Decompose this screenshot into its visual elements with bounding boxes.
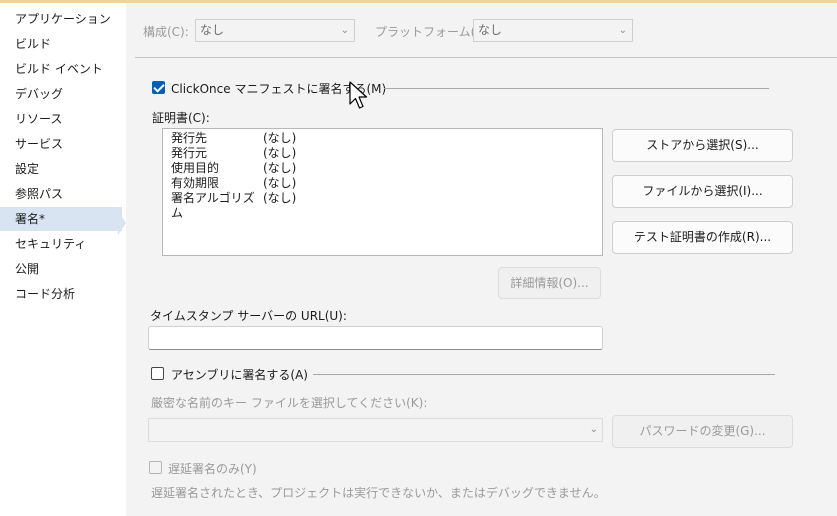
sidebar-item-build-events[interactable]: ビルド イベント — [0, 57, 122, 81]
timestamp-url-input[interactable] — [148, 326, 603, 350]
sidebar-item-reference-paths[interactable]: 参照パス — [0, 182, 122, 206]
cert-algorithm-value: (なし) — [263, 191, 297, 205]
delay-sign-label: 遅延署名のみ(Y) — [168, 462, 257, 476]
chevron-down-icon: ⌄ — [618, 25, 627, 36]
sidebar-item-application[interactable]: アプリケーション — [0, 7, 122, 31]
platform-value: なし — [478, 23, 503, 37]
certificate-row: 署名アルゴリズム (なし) — [171, 191, 594, 220]
sidebar: アプリケーション ビルド ビルド イベント デバッグ リソース サービス 設定 … — [0, 3, 126, 516]
select-from-file-button[interactable]: ファイルから選択(I)... — [612, 175, 793, 208]
certificate-row: 有効期限 (なし) — [171, 176, 594, 191]
cert-issued-by-label: 発行元 — [171, 146, 208, 160]
chevron-down-icon: ⌄ — [589, 424, 598, 435]
cert-expiration-value: (なし) — [263, 176, 297, 190]
delay-sign-checkbox[interactable] — [149, 461, 162, 474]
configuration-select[interactable]: なし ⌄ — [195, 19, 355, 42]
select-from-store-button[interactable]: ストアから選択(S)... — [612, 129, 793, 162]
certificate-label: 証明書(C): — [152, 111, 210, 125]
header-divider — [135, 57, 837, 58]
cert-purpose-label: 使用目的 — [171, 161, 220, 175]
chevron-down-icon: ⌄ — [340, 25, 349, 36]
sidebar-item-resources[interactable]: リソース — [0, 107, 122, 131]
change-password-button[interactable]: パスワードの変更(G)... — [612, 415, 793, 448]
sidebar-item-security[interactable]: セキュリティ — [0, 232, 122, 256]
timestamp-url-label: タイムスタンプ サーバーの URL(U): — [150, 309, 347, 323]
sidebar-item-services[interactable]: サービス — [0, 132, 122, 156]
key-file-label: 厳密な名前のキー ファイルを選択してください(K): — [151, 396, 428, 410]
more-details-button[interactable]: 詳細情報(O)... — [498, 267, 601, 299]
cert-issued-to-label: 発行先 — [171, 131, 208, 145]
assembly-divider — [313, 374, 775, 375]
configuration-value: なし — [200, 23, 225, 37]
certificate-row: 使用目的 (なし) — [171, 161, 594, 176]
sign-assembly-checkbox[interactable] — [151, 367, 164, 380]
clickonce-divider — [384, 88, 769, 89]
platform-select[interactable]: なし ⌄ — [473, 19, 633, 42]
mouse-pointer-icon — [349, 81, 368, 109]
sidebar-item-signing[interactable]: 署名* — [0, 207, 122, 231]
certificate-row: 発行元 (なし) — [171, 146, 594, 161]
cert-issued-by-value: (なし) — [263, 146, 297, 160]
sidebar-item-code-analysis[interactable]: コード分析 — [0, 282, 122, 306]
cert-expiration-label: 有効期限 — [171, 176, 220, 190]
sidebar-item-publish[interactable]: 公開 — [0, 257, 122, 281]
sign-clickonce-checkbox[interactable] — [152, 81, 165, 94]
cert-algorithm-label: 署名アルゴリズム — [171, 191, 255, 220]
sidebar-item-settings[interactable]: 設定 — [0, 157, 122, 181]
sidebar-item-build[interactable]: ビルド — [0, 32, 122, 56]
delay-sign-note: 遅延署名されたとき、プロジェクトは実行できないか、またはデバッグできません。 — [151, 486, 606, 500]
configuration-label: 構成(C): — [143, 25, 189, 39]
create-test-certificate-button[interactable]: テスト証明書の作成(R)... — [612, 221, 793, 254]
key-file-select[interactable]: ⌄ — [148, 418, 603, 442]
certificate-details-box: 発行先 (なし) 発行元 (なし) 使用目的 (なし) 有効期限 (なし) 署名… — [162, 128, 603, 256]
certificate-row: 発行先 (なし) — [171, 131, 594, 146]
sign-assembly-label: アセンブリに署名する(A) — [171, 368, 308, 382]
sidebar-item-debug[interactable]: デバッグ — [0, 82, 122, 106]
cert-issued-to-value: (なし) — [263, 131, 297, 145]
cert-purpose-value: (なし) — [263, 161, 297, 175]
signing-page: 構成(C): なし ⌄ プラットフォーム(M): なし ⌄ ClickOnce … — [126, 3, 837, 516]
